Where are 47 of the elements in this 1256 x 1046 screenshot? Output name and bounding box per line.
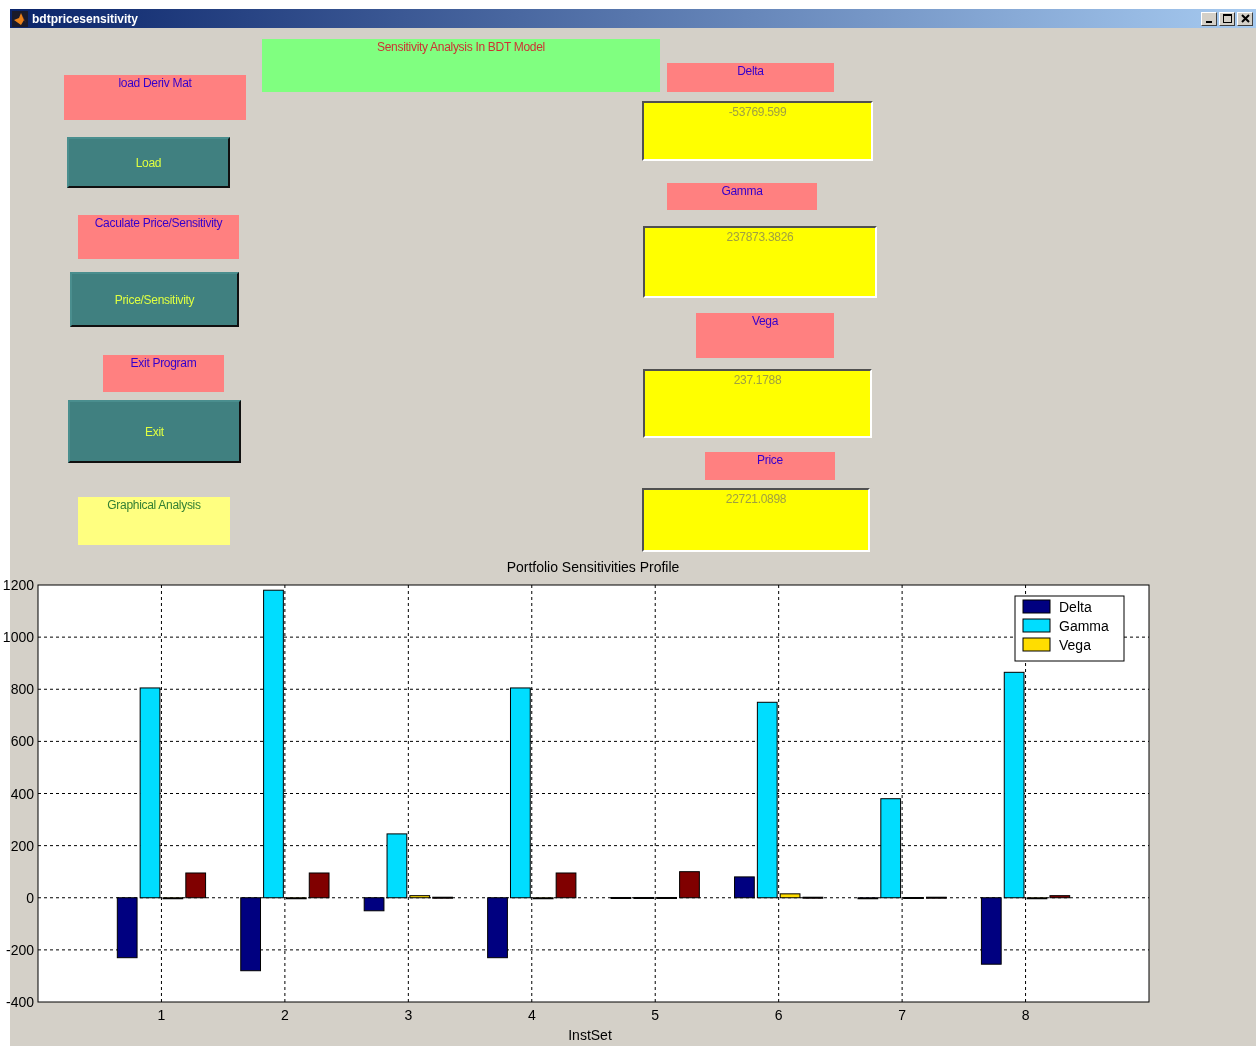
result-label: Delta <box>667 63 834 92</box>
result-label: Vega <box>696 313 834 358</box>
minimize-icon <box>1206 20 1212 23</box>
x-tick-label: 2 <box>281 1007 289 1023</box>
chart-title: Portfolio Sensitivities Profile <box>506 559 680 575</box>
legend-label: Delta <box>1059 599 1092 615</box>
x-tick-label: 1 <box>157 1007 166 1023</box>
bar <box>926 896 947 899</box>
window-title: bdtpricesensitivity <box>32 11 139 26</box>
action-button[interactable]: Price/Sensitivity <box>70 272 239 327</box>
maximize-button[interactable] <box>1219 11 1235 26</box>
y-tick-label: 600 <box>10 733 34 750</box>
y-tick-label: 1000 <box>2 629 34 646</box>
x-tick-label: 4 <box>527 1007 536 1023</box>
y-tick-label: -200 <box>5 941 34 958</box>
y-tick-label: 0 <box>26 889 34 906</box>
maximize-icon <box>1222 14 1232 23</box>
section-label: load Deriv Mat <box>64 75 246 120</box>
legend-label: Vega <box>1059 637 1091 653</box>
y-tick-label: 1200 <box>2 577 34 593</box>
y-tick-label: 400 <box>10 785 34 802</box>
result-field[interactable]: -53769.599 <box>642 101 873 161</box>
result-field[interactable]: 237.1788 <box>643 369 872 438</box>
result-label: Price <box>705 452 835 480</box>
x-tick-label: 6 <box>774 1007 783 1023</box>
x-tick-label: 7 <box>898 1007 906 1023</box>
close-button[interactable] <box>1237 11 1253 26</box>
y-tick-label: -400 <box>5 994 34 1010</box>
y-tick-label: 200 <box>10 837 34 854</box>
x-axis-label: InstSet <box>568 1027 612 1043</box>
legend-label: Gamma <box>1059 618 1109 634</box>
result-field[interactable]: 237873.3826 <box>643 226 877 298</box>
app-icon <box>12 10 28 27</box>
action-button[interactable]: Exit <box>68 400 241 463</box>
heading-label: Sensitivity Analysis In BDT Model <box>262 39 660 92</box>
section-label: Exit Program <box>103 355 224 392</box>
x-tick-label: 8 <box>1021 1007 1030 1023</box>
result-field[interactable]: 22721.0898 <box>642 488 870 552</box>
section-label: Graphical Analysis <box>78 497 230 545</box>
section-label: Caculate Price/Sensitivity <box>78 215 239 259</box>
x-tick-label: 5 <box>651 1007 660 1023</box>
close-icon <box>1240 14 1250 23</box>
x-tick-label: 3 <box>404 1007 413 1023</box>
action-button[interactable]: Load <box>67 137 230 188</box>
y-tick-label: 800 <box>10 681 34 698</box>
result-label: Gamma <box>667 183 817 210</box>
minimize-button[interactable] <box>1201 11 1217 26</box>
